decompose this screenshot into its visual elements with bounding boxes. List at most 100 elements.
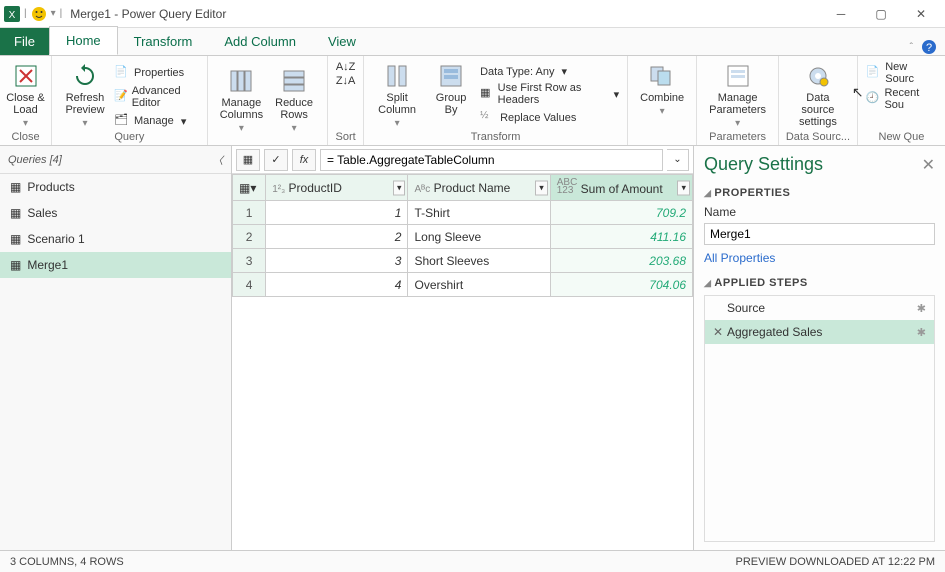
ribbon-group-datasrc-label: Data Sourc... <box>779 131 857 143</box>
queries-panel-header: Queries [4] 〈 <box>0 146 231 174</box>
manage-columns-icon <box>227 67 255 95</box>
column-header-sum[interactable]: ABC 123 Sum of Amount▾ <box>550 175 692 201</box>
window-title: Merge1 - Power Query Editor <box>70 7 226 21</box>
qat-divider: | <box>24 8 27 19</box>
advanced-editor-button[interactable]: 📝Advanced Editor <box>114 84 199 110</box>
row-header[interactable]: 4 <box>233 273 266 297</box>
table-icon: ▦ <box>10 232 21 246</box>
advanced-editor-icon: 📝 <box>114 89 128 105</box>
close-settings-icon[interactable]: ✕ <box>922 155 935 175</box>
help-icon[interactable]: ? <box>921 39 937 55</box>
manage-icon: 🗂 <box>114 113 130 129</box>
row-header[interactable]: 1 <box>233 201 266 225</box>
query-item-scenario1[interactable]: ▦Scenario 1 <box>0 226 231 252</box>
sort-desc-button[interactable]: Z↓A <box>336 74 356 88</box>
row-header[interactable]: 2 <box>233 225 266 249</box>
grid-corner[interactable]: ▦▾ <box>233 175 266 201</box>
group-by-icon <box>437 62 465 90</box>
row-header[interactable]: 3 <box>233 249 266 273</box>
split-column-button[interactable]: Split Column▾ <box>372 60 422 131</box>
cell[interactable]: Short Sleeves <box>408 249 550 273</box>
tab-file[interactable]: File <box>0 28 49 55</box>
properties-section-header[interactable]: PROPERTIES <box>704 187 935 199</box>
tab-home[interactable]: Home <box>49 26 118 55</box>
gear-icon[interactable]: ✱ <box>917 302 926 315</box>
parameters-icon <box>724 62 752 90</box>
cursor-icon: ↖ <box>852 84 864 101</box>
smiley-icon[interactable] <box>31 6 47 22</box>
combine-icon <box>648 62 676 90</box>
queries-collapse-icon[interactable]: 〈 <box>213 152 223 167</box>
close-window-button[interactable]: ✕ <box>901 0 941 28</box>
step-aggregated-sales[interactable]: ✕Aggregated Sales✱ <box>705 320 934 344</box>
properties-button[interactable]: 📄Properties <box>114 64 199 82</box>
tabs-collapse-caret[interactable]: ˆ <box>910 42 913 53</box>
group-by-button[interactable]: Group By <box>426 60 476 118</box>
formula-refresh-icon[interactable]: ▦ <box>236 149 260 171</box>
excel-icon: X <box>4 6 20 22</box>
refresh-icon <box>71 62 99 90</box>
tab-view[interactable]: View <box>312 28 372 55</box>
table-icon: ▦ <box>10 206 21 220</box>
cell[interactable]: 704.06 <box>550 273 692 297</box>
qat-dropdown[interactable]: ▾ <box>51 8 56 19</box>
cell[interactable]: 4 <box>266 273 408 297</box>
formula-check-icon[interactable]: ✓ <box>264 149 288 171</box>
first-row-headers-button[interactable]: ▦Use First Row as Headers ▾ <box>480 81 619 107</box>
close-load-icon <box>12 62 40 90</box>
status-right: PREVIEW DOWNLOADED AT 12:22 PM <box>736 556 935 568</box>
tab-add-column[interactable]: Add Column <box>208 28 312 55</box>
data-source-settings-button[interactable]: Data source settings <box>787 60 849 130</box>
query-settings-title: Query Settings <box>704 154 823 175</box>
combine-button[interactable]: Combine▾ <box>636 60 688 119</box>
manage-button[interactable]: 🗂Manage ▾ <box>114 112 199 130</box>
sort-asc-button[interactable]: A↓Z <box>336 60 356 74</box>
manage-parameters-button[interactable]: Manage Parameters▾ <box>705 60 770 131</box>
cell[interactable]: 2 <box>266 225 408 249</box>
data-type-button[interactable]: Data Type: Any ▾ <box>480 64 619 79</box>
ribbon-group-close-label: Close <box>0 131 51 143</box>
refresh-preview-button[interactable]: Refresh Preview ▾ <box>60 60 110 131</box>
chevron-down-icon[interactable]: ▾ <box>677 180 690 195</box>
maximize-button[interactable]: ▢ <box>861 0 901 28</box>
split-column-icon <box>383 62 411 90</box>
cell[interactable]: T-Shirt <box>408 201 550 225</box>
ribbon-group-query-label: Query <box>52 131 207 143</box>
chevron-down-icon[interactable]: ▾ <box>393 180 406 195</box>
reduce-rows-button[interactable]: Reduce Rows▾ <box>269 65 319 136</box>
applied-steps-header[interactable]: APPLIED STEPS <box>704 277 935 289</box>
query-name-input[interactable] <box>704 223 935 245</box>
query-item-sales[interactable]: ▦Sales <box>0 200 231 226</box>
close-and-load-button[interactable]: Close & Load ▾ <box>1 60 51 131</box>
replace-values-button[interactable]: ½Replace Values <box>480 109 619 127</box>
formula-input[interactable] <box>320 149 663 171</box>
ribbon-group-newq-label: New Que <box>858 131 945 143</box>
ribbon-group-transform-label: Transform <box>364 131 627 143</box>
query-item-merge1[interactable]: ▦Merge1 <box>0 252 231 278</box>
cell[interactable]: 709.2 <box>550 201 692 225</box>
recent-sources-button[interactable]: ↖ 🕘Recent Sou <box>866 86 937 112</box>
minimize-button[interactable]: ─ <box>821 0 861 28</box>
formula-expand-icon[interactable]: ⌄ <box>667 149 689 171</box>
table-header-icon: ▦ <box>480 86 494 102</box>
step-source[interactable]: Source✱ <box>705 296 934 320</box>
column-header-productid[interactable]: 1²₃ ProductID▾ <box>266 175 408 201</box>
cell[interactable]: Overshirt <box>408 273 550 297</box>
new-source-button[interactable]: 📄New Sourc <box>866 60 937 86</box>
query-item-products[interactable]: ▦Products <box>0 174 231 200</box>
cell[interactable]: 1 <box>266 201 408 225</box>
cell[interactable]: 3 <box>266 249 408 273</box>
gear-icon[interactable]: ✱ <box>917 326 926 339</box>
cell[interactable]: 411.16 <box>550 225 692 249</box>
properties-icon: 📄 <box>114 65 130 81</box>
tab-transform[interactable]: Transform <box>118 28 209 55</box>
column-header-productname[interactable]: Aᴮc Product Name▾ <box>408 175 550 201</box>
all-properties-link[interactable]: All Properties <box>704 251 935 265</box>
delete-step-icon[interactable]: ✕ <box>713 325 727 339</box>
cell[interactable]: 203.68 <box>550 249 692 273</box>
replace-icon: ½ <box>480 110 496 126</box>
formula-fx-icon[interactable]: fx <box>292 149 316 171</box>
chevron-down-icon[interactable]: ▾ <box>535 180 548 195</box>
manage-columns-button[interactable]: Manage Columns▾ <box>216 65 267 136</box>
cell[interactable]: Long Sleeve <box>408 225 550 249</box>
